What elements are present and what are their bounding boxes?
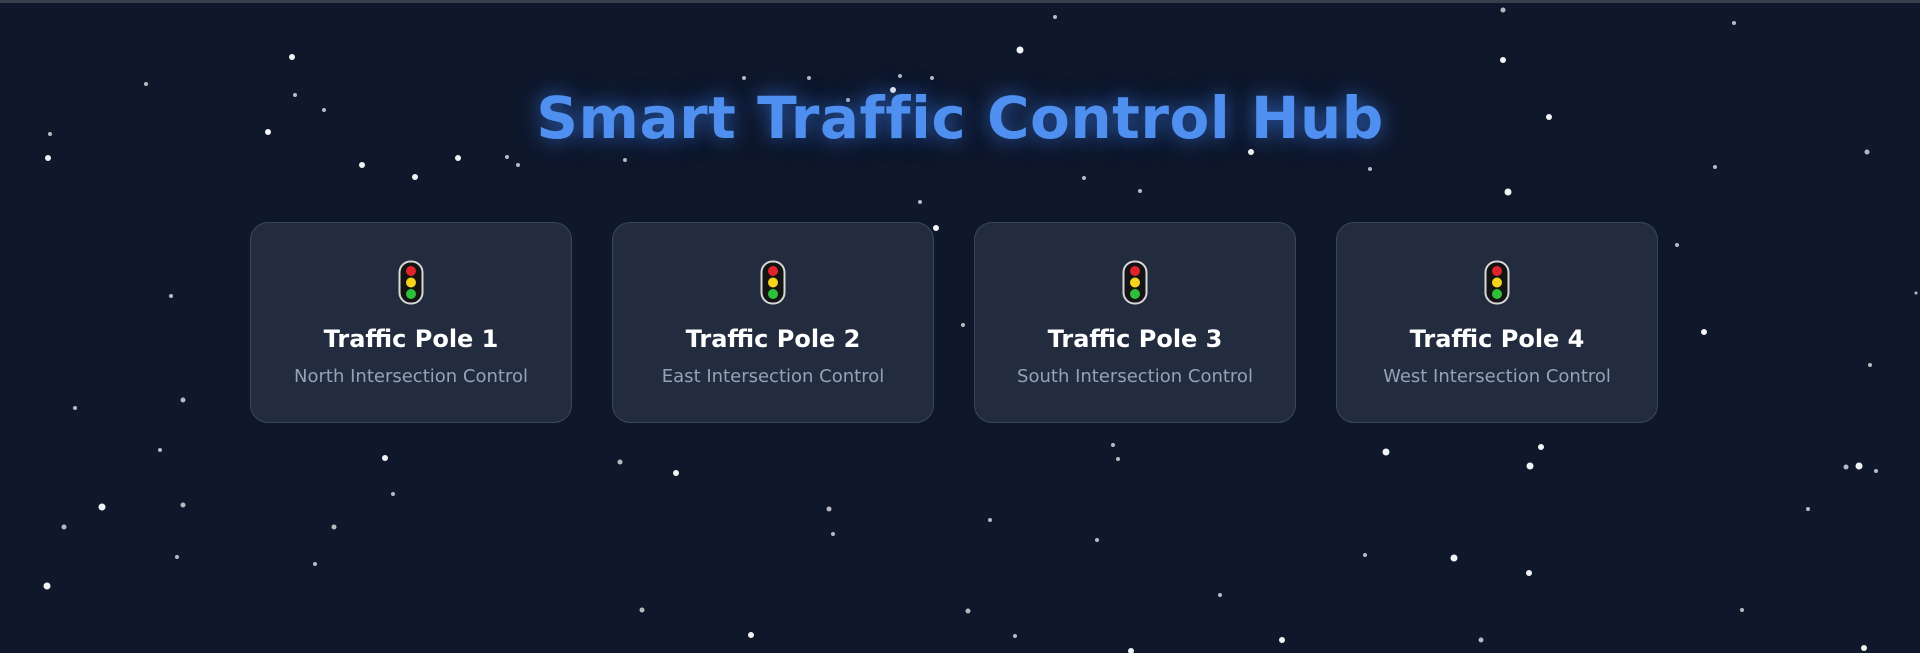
star-dot xyxy=(1082,176,1086,180)
star-dot xyxy=(965,608,971,614)
traffic-light-icon xyxy=(760,260,786,305)
star-dot xyxy=(1740,608,1744,612)
traffic-pole-card-2[interactable]: Traffic Pole 2 East Intersection Control xyxy=(612,222,934,423)
traffic-light-icon xyxy=(1122,260,1148,305)
star-dot xyxy=(61,524,67,530)
star-dot xyxy=(1368,167,1372,171)
star-dot xyxy=(289,54,295,60)
star-dot xyxy=(1500,57,1506,63)
star-dot xyxy=(1363,553,1367,557)
star-dot xyxy=(639,607,645,613)
card-subtitle: West Intersection Control xyxy=(1383,366,1611,387)
star-dot xyxy=(73,406,77,410)
star-dot xyxy=(1016,46,1024,54)
star-dot xyxy=(742,76,746,80)
star-dot xyxy=(1806,507,1810,511)
star-dot xyxy=(826,506,832,512)
star-dot xyxy=(313,562,317,566)
star-dot xyxy=(748,632,754,638)
star-dot xyxy=(43,582,51,590)
star-dot xyxy=(918,200,922,204)
traffic-pole-card-1[interactable]: Traffic Pole 1 North Intersection Contro… xyxy=(250,222,572,423)
star-dot xyxy=(1526,570,1532,576)
star-dot xyxy=(505,155,509,159)
star-dot xyxy=(1538,444,1544,450)
star-dot xyxy=(807,76,811,80)
star-dot xyxy=(359,162,365,168)
card-subtitle: North Intersection Control xyxy=(294,366,528,387)
star-dot xyxy=(180,397,186,403)
star-dot xyxy=(1116,457,1120,461)
star-dot xyxy=(516,163,520,167)
star-dot xyxy=(331,524,337,530)
star-dot xyxy=(169,294,173,298)
card-subtitle: South Intersection Control xyxy=(1017,366,1253,387)
traffic-pole-cards: Traffic Pole 1 North Intersection Contro… xyxy=(250,222,1658,423)
card-title: Traffic Pole 2 xyxy=(685,325,861,353)
traffic-pole-card-3[interactable]: Traffic Pole 3 South Intersection Contro… xyxy=(974,222,1296,423)
star-dot xyxy=(1868,363,1872,367)
star-dot xyxy=(1874,469,1878,473)
star-dot xyxy=(391,492,395,496)
star-dot xyxy=(1111,443,1115,447)
star-dot xyxy=(45,155,51,161)
star-dot xyxy=(1500,7,1506,13)
star-dot xyxy=(1478,637,1484,643)
traffic-light-icon xyxy=(398,260,424,305)
star-dot xyxy=(1053,15,1057,19)
star-dot xyxy=(617,459,623,465)
star-dot xyxy=(158,448,162,452)
page-title: Smart Traffic Control Hub xyxy=(536,84,1384,152)
star-dot xyxy=(1128,648,1134,653)
star-dot xyxy=(930,76,934,80)
card-title: Traffic Pole 3 xyxy=(1047,325,1223,353)
star-dot xyxy=(1382,448,1390,456)
star-dot xyxy=(1732,21,1736,25)
star-dot xyxy=(1701,329,1707,335)
star-dot xyxy=(1843,464,1849,470)
card-subtitle: East Intersection Control xyxy=(661,366,885,387)
star-dot xyxy=(1861,645,1867,651)
star-dot xyxy=(1218,593,1222,597)
star-dot xyxy=(1914,291,1918,295)
star-dot xyxy=(831,532,835,536)
star-dot xyxy=(1855,462,1863,470)
star-dot xyxy=(1675,243,1679,247)
card-title: Traffic Pole 1 xyxy=(323,325,499,353)
star-dot xyxy=(623,158,627,162)
star-dot xyxy=(98,503,106,511)
star-dot xyxy=(1713,165,1717,169)
star-dot xyxy=(1450,554,1458,562)
star-dot xyxy=(412,174,418,180)
star-dot xyxy=(180,502,186,508)
star-dot xyxy=(988,518,992,522)
star-dot xyxy=(1526,462,1534,470)
star-dot xyxy=(382,455,388,461)
star-dot xyxy=(1095,538,1099,542)
star-dot xyxy=(1013,634,1017,638)
star-dot xyxy=(1504,188,1512,196)
star-dot xyxy=(673,470,679,476)
star-dot xyxy=(455,155,461,161)
star-dot xyxy=(175,555,179,559)
star-dot xyxy=(1279,637,1285,643)
star-dot xyxy=(898,74,902,78)
traffic-light-icon xyxy=(1484,260,1510,305)
traffic-pole-card-4[interactable]: Traffic Pole 4 West Intersection Control xyxy=(1336,222,1658,423)
star-dot xyxy=(1138,189,1142,193)
card-title: Traffic Pole 4 xyxy=(1409,325,1585,353)
